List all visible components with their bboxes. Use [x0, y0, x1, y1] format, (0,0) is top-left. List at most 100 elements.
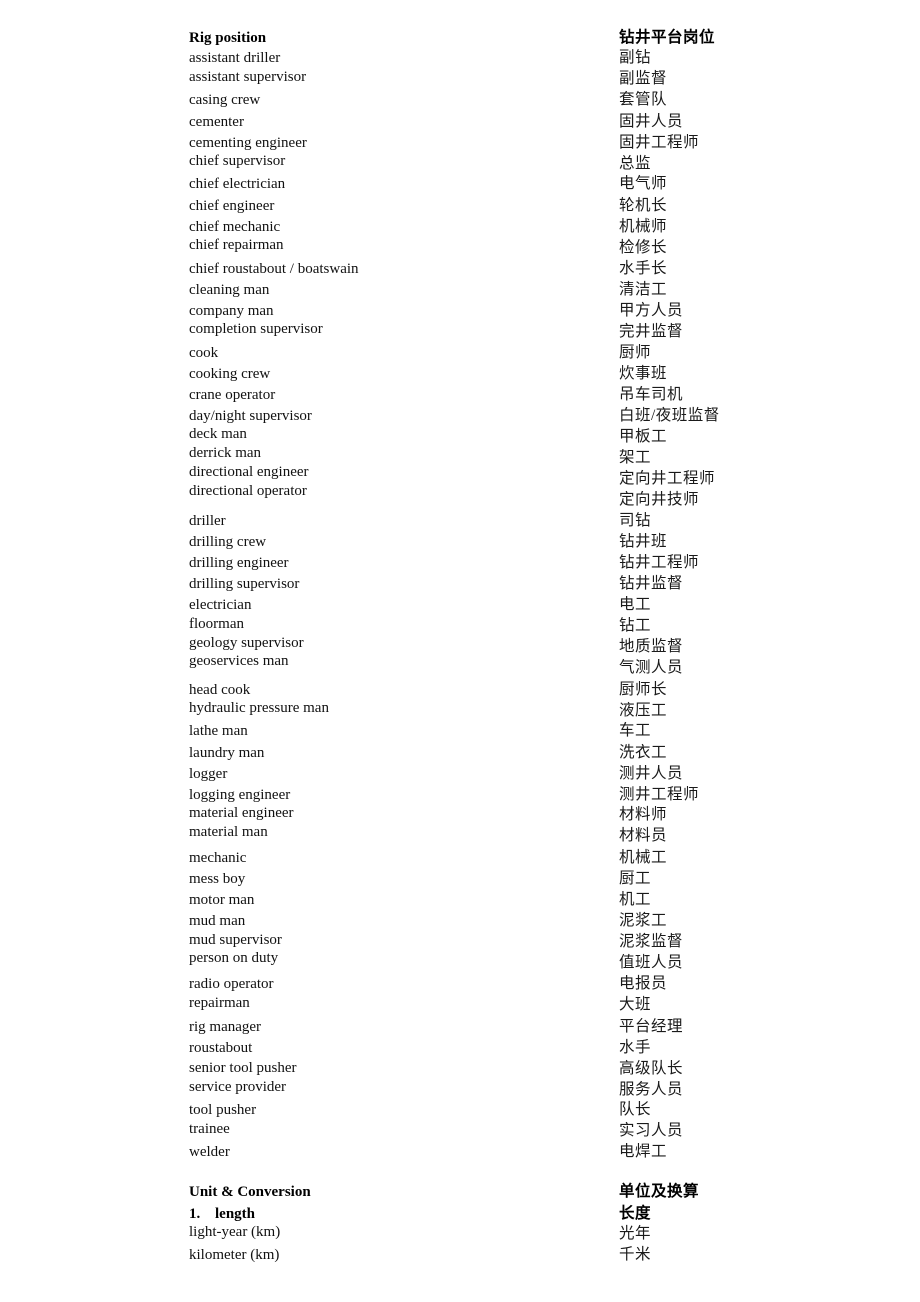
term-en: trainee	[189, 1121, 230, 1137]
term-zh: 测井人员	[619, 765, 684, 782]
term-en: drilling crew	[189, 534, 267, 550]
term-zh: 甲板工	[619, 428, 668, 445]
term-zh: 司钻	[619, 512, 652, 529]
term-zh: 服务人员	[619, 1081, 684, 1098]
term-zh: 炊事班	[619, 365, 668, 382]
term-en: repairman	[189, 995, 250, 1011]
section-heading-en: Unit & Conversion	[189, 1184, 311, 1200]
term-zh: 钻井班	[619, 533, 668, 550]
term-en: geology supervisor	[189, 635, 304, 651]
term-zh: 检修长	[619, 239, 668, 256]
term-en: geoservices man	[189, 653, 289, 669]
term-en: laundry man	[189, 745, 265, 761]
term-en: tool pusher	[189, 1102, 257, 1118]
term-zh: 定向井技师	[619, 491, 700, 508]
term-zh: 钻井监督	[619, 575, 684, 592]
term-zh: 高级队长	[619, 1060, 684, 1077]
term-en: chief mechanic	[189, 219, 281, 235]
term-en: completion supervisor	[189, 321, 323, 337]
term-zh: 千米	[619, 1246, 652, 1263]
term-en: day/night supervisor	[189, 408, 312, 424]
term-en: assistant driller	[189, 50, 281, 66]
term-zh: 电报员	[619, 975, 668, 992]
term-zh: 固井工程师	[619, 134, 700, 151]
term-en: chief supervisor	[189, 153, 286, 169]
term-en: mess boy	[189, 871, 246, 887]
term-en: cleaning man	[189, 282, 270, 298]
term-zh: 副监督	[619, 70, 668, 87]
term-zh: 清洁工	[619, 281, 668, 298]
term-zh: 实习人员	[619, 1122, 684, 1139]
subsection-heading-zh: 长度	[619, 1205, 652, 1222]
term-zh: 材料师	[619, 806, 668, 823]
term-en: crane operator	[189, 387, 276, 403]
term-en: roustabout	[189, 1040, 253, 1056]
term-en: casing crew	[189, 92, 261, 108]
term-zh: 机械师	[619, 218, 668, 235]
term-en: light-year (km)	[189, 1224, 281, 1240]
term-zh: 厨师	[619, 344, 652, 361]
term-zh: 水手	[619, 1039, 652, 1056]
term-zh: 完井监督	[619, 323, 684, 340]
term-zh: 光年	[619, 1225, 652, 1242]
term-zh: 副钻	[619, 49, 652, 66]
term-en: logging engineer	[189, 787, 291, 803]
term-en: mud supervisor	[189, 932, 282, 948]
term-zh: 总监	[619, 155, 652, 172]
term-zh: 定向井工程师	[619, 470, 716, 487]
term-en: mud man	[189, 913, 246, 929]
term-en: hydraulic pressure man	[189, 700, 329, 716]
term-zh: 套管队	[619, 91, 668, 108]
term-en: motor man	[189, 892, 255, 908]
term-en: radio operator	[189, 976, 274, 992]
term-en: kilometer (km)	[189, 1247, 280, 1263]
term-zh: 吊车司机	[619, 386, 684, 403]
term-en: drilling engineer	[189, 555, 289, 571]
term-en: lathe man	[189, 723, 248, 739]
term-zh: 机械工	[619, 849, 668, 866]
subsection-title: length	[215, 1206, 256, 1222]
term-zh: 地质监督	[619, 638, 684, 655]
term-zh: 泥浆监督	[619, 933, 684, 950]
term-zh: 水手长	[619, 260, 668, 277]
term-zh: 大班	[619, 996, 652, 1013]
term-zh: 轮机长	[619, 197, 668, 214]
term-zh: 泥浆工	[619, 912, 668, 929]
subsection-number: 1.	[189, 1206, 201, 1222]
term-en: cementing engineer	[189, 135, 307, 151]
term-en: cementer	[189, 114, 244, 130]
term-zh: 气测人员	[619, 659, 684, 676]
term-en: logger	[189, 766, 228, 782]
term-en: electrician	[189, 597, 252, 613]
term-en: chief roustabout / boatswain	[189, 261, 359, 277]
term-en: material man	[189, 824, 268, 840]
subsection-heading-en: 1. length	[189, 1205, 255, 1223]
term-en: assistant supervisor	[189, 69, 307, 85]
term-zh: 电气师	[619, 175, 668, 192]
term-zh: 平台经理	[619, 1018, 684, 1035]
term-en: person on duty	[189, 950, 279, 966]
term-zh: 架工	[619, 449, 652, 466]
term-zh: 测井工程师	[619, 786, 700, 803]
term-zh: 值班人员	[619, 954, 684, 971]
term-zh: 钻井工程师	[619, 554, 700, 571]
term-zh: 电工	[619, 596, 652, 613]
term-zh: 厨师长	[619, 681, 668, 698]
term-en: head cook	[189, 682, 251, 698]
term-en: directional engineer	[189, 464, 309, 480]
term-en: directional operator	[189, 483, 307, 499]
term-en: chief electrician	[189, 176, 286, 192]
term-en: driller	[189, 513, 226, 529]
term-zh: 固井人员	[619, 113, 684, 130]
term-en: material engineer	[189, 805, 294, 821]
term-zh: 钻工	[619, 617, 652, 634]
term-en: mechanic	[189, 850, 247, 866]
term-zh: 洗衣工	[619, 744, 668, 761]
term-en: welder	[189, 1144, 230, 1160]
term-zh: 厨工	[619, 870, 652, 887]
term-en: cooking crew	[189, 366, 271, 382]
term-en: senior tool pusher	[189, 1060, 297, 1076]
term-en: drilling supervisor	[189, 576, 300, 592]
term-en: service provider	[189, 1079, 287, 1095]
term-en: deck man	[189, 426, 247, 442]
